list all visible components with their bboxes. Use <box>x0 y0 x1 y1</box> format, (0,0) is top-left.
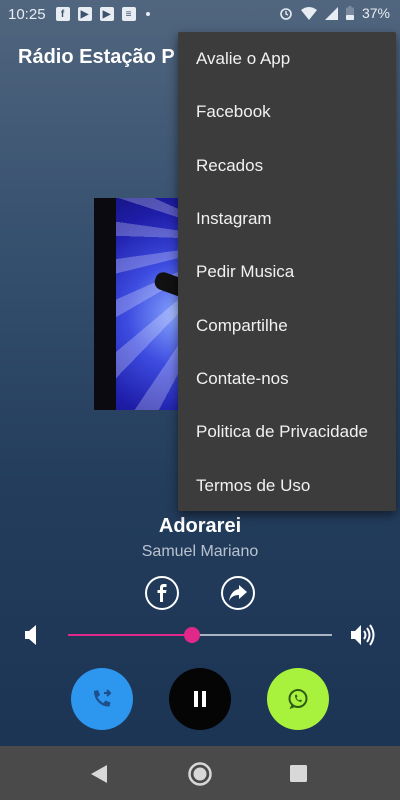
volume-low-icon <box>25 625 36 645</box>
signal-icon <box>324 6 338 20</box>
volume-slider-thumb[interactable] <box>184 627 200 643</box>
menu-item-privacy-policy[interactable]: Politica de Privacidade <box>196 422 368 442</box>
menu-item-share[interactable]: Compartilhe <box>196 316 288 336</box>
notification-icon: ≡ <box>121 7 136 21</box>
menu-item-contact[interactable]: Contate-nos <box>196 369 289 389</box>
facebook-share-button[interactable] <box>145 576 179 610</box>
overflow-menu: Avalie o App Facebook Recados Instagram … <box>178 32 396 511</box>
battery-percentage: 37% <box>361 5 390 21</box>
menu-item-request-song[interactable]: Pedir Musica <box>196 262 294 282</box>
call-button[interactable] <box>71 668 133 730</box>
pause-button[interactable] <box>169 668 231 730</box>
menu-item-terms-of-use[interactable]: Termos de Uso <box>196 476 310 496</box>
menu-item-messages[interactable]: Recados <box>196 156 263 176</box>
alarm-icon <box>280 8 292 20</box>
menu-item-instagram[interactable]: Instagram <box>196 209 272 229</box>
battery-icon <box>345 6 354 20</box>
whatsapp-icon <box>288 689 308 709</box>
volume-slider[interactable] <box>68 627 332 643</box>
more-notifications-icon <box>145 12 150 16</box>
phone-forward-icon <box>94 689 112 707</box>
pause-icon <box>194 691 206 707</box>
back-icon[interactable] <box>91 765 107 783</box>
whatsapp-button[interactable] <box>267 668 329 730</box>
song-artist: Samuel Mariano <box>141 543 259 560</box>
status-time: 10:25 <box>8 5 46 23</box>
facebook-icon: f <box>55 7 70 21</box>
status-bar: 10:25 f ▶ ▶ ≡ 37% <box>0 0 400 28</box>
facebook-icon <box>157 584 167 602</box>
app-title: Rádio Estação P <box>18 46 175 68</box>
share-button[interactable] <box>221 576 255 610</box>
home-icon[interactable] <box>187 761 213 787</box>
volume-slider-fill <box>68 634 192 636</box>
song-title: Adorarei <box>158 515 242 537</box>
youtube-icon: ▶ <box>77 7 92 21</box>
youtube-icon: ▶ <box>99 7 114 21</box>
menu-item-facebook[interactable]: Facebook <box>196 102 271 122</box>
share-arrow-icon <box>229 585 247 601</box>
recents-icon[interactable] <box>290 765 307 782</box>
volume-high-icon <box>351 624 375 646</box>
navigation-bar <box>0 746 400 800</box>
status-right: 37% <box>279 5 390 21</box>
wifi-icon <box>300 6 317 20</box>
menu-item-rate-app[interactable]: Avalie o App <box>196 49 290 69</box>
